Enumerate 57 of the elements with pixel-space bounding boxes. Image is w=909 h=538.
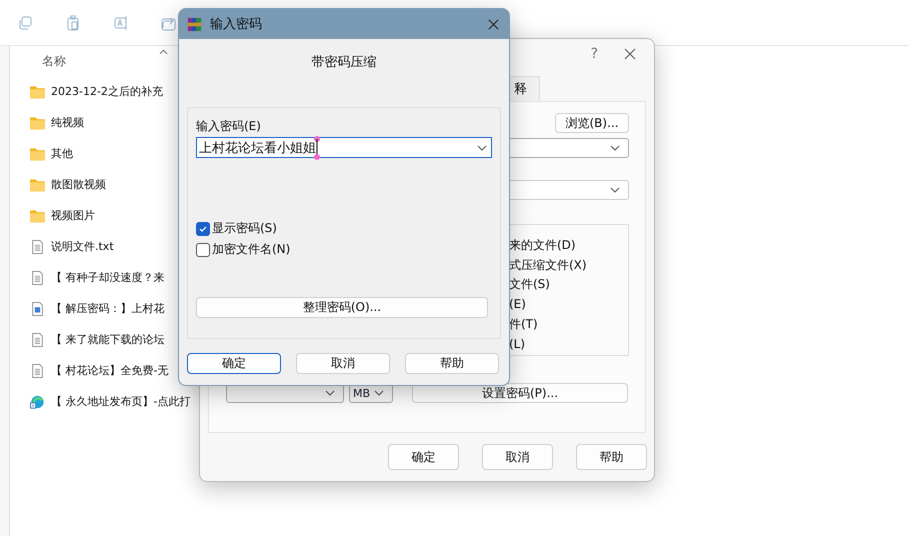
dialog-button[interactable]: 取消 [296,353,390,374]
chevron-icon [374,390,384,396]
browser-shortcut-icon [30,394,45,408]
checkbox-label[interactable]: 显示密码(S) [212,220,277,237]
window-title: 输入密码 [210,16,263,33]
help-button[interactable]: ? [590,46,598,62]
password-field[interactable]: 上村花论坛看小姐姐 [196,137,492,158]
text-file-icon [30,240,45,254]
set-password-button[interactable]: 设置密码(P)... [412,383,628,403]
organize-passwords-button[interactable]: 整理密码(O)... [196,297,488,318]
rename-icon[interactable] [113,14,129,30]
browse-button[interactable]: 浏览(B)... [555,113,629,133]
file-name[interactable]: 视频图片 [51,208,95,223]
scrollbar-track[interactable] [0,46,10,536]
folder-icon [30,178,45,192]
share-icon[interactable] [161,14,177,30]
file-name[interactable]: 其他 [51,146,73,161]
file-name[interactable]: 2023-12-2之后的补充 [51,84,163,99]
chevron-icon [477,144,487,150]
copy-icon[interactable] [17,14,33,30]
checkbox[interactable] [196,242,210,256]
sort-caret-icon [159,49,168,55]
file-name[interactable]: 【 解压密码：】上村花 [51,301,164,316]
dialog-heading: 带密码压缩 [310,54,378,72]
dialog-button[interactable]: 取消 [482,444,553,470]
paste-icon[interactable] [65,14,81,30]
dialog-button[interactable]: 帮助 [405,353,499,374]
checkbox-label[interactable]: 加密文件名(N) [212,241,290,258]
chevron-icon [610,187,620,193]
column-header[interactable]: 名称 [42,52,66,70]
file-name[interactable]: 说明文件.txt [51,239,114,254]
folder-icon [30,208,45,222]
check-icon [198,224,208,234]
close-icon[interactable] [488,18,499,30]
chevron-icon [325,390,335,396]
image-file-icon [30,302,45,316]
archive-app-icon [187,16,202,32]
chevron-icon [610,145,620,151]
field-label: 输入密码(E) [196,118,262,134]
dialog-button[interactable]: 确定 [187,353,281,374]
folder-icon [30,146,45,160]
dialog-button[interactable]: 确定 [388,444,459,470]
file-name[interactable]: 纯视频 [51,115,84,130]
folder-icon [30,116,45,130]
file-name[interactable]: 【 村花论坛】全免费-无 [51,363,168,378]
file-name[interactable]: 【 有种子却没速度？来 [51,270,164,285]
tab[interactable]: 释 [509,76,540,101]
folder-icon [30,84,45,98]
file-name[interactable]: 散图散视频 [51,177,106,192]
close-icon[interactable] [624,48,636,60]
checkbox[interactable] [196,222,210,236]
file-name[interactable]: 【 永久地址发布页】-点此打 [51,394,190,409]
dialog-button[interactable]: 帮助 [576,444,647,470]
text-file-icon [30,364,45,378]
file-name[interactable]: 【 来了就能下载的论坛 [51,332,164,347]
text-file-icon [30,270,45,284]
text-file-icon [30,332,45,346]
